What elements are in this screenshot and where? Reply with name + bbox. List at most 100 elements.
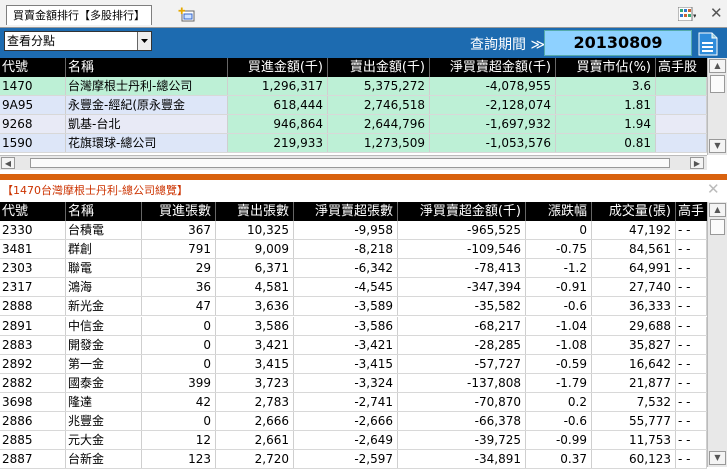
table-row[interactable]: 2892 第一金 0 3,415 -3,415 -57,727 -0.59 16,642- - [0, 354, 707, 374]
scroll-thumb[interactable] [30, 158, 670, 168]
table-cell: -1,053,576 [430, 134, 556, 152]
detail-title: 【1470台灣摩根士丹利-總公司總覽】 [0, 180, 727, 202]
table-cell: 10,325 [216, 221, 294, 240]
table-row[interactable]: 1470 台灣摩根士丹利-總公司 1,296,317 5,375,272 -4,078,… [0, 77, 707, 96]
column-header[interactable]: 淨買賣超張數 [294, 202, 398, 221]
scroll-up-icon[interactable]: ▲ [709, 203, 726, 217]
table-cell: 64,991 [592, 259, 676, 278]
table-row[interactable]: 1590 花旗環球-總公司 219,933 1,273,509 -1,053,576 0.… [0, 134, 707, 153]
scroll-thumb[interactable] [710, 219, 725, 235]
table-row[interactable]: 2888 新光金 47 3,636 -3,589 -35,582 -0.6 36,333- - [0, 297, 707, 317]
table-cell: 2303 [0, 259, 66, 278]
table-cell: 2886 [0, 412, 66, 431]
view-select[interactable]: 查看分點 [4, 31, 152, 51]
table-cell: -2,666 [294, 412, 398, 431]
table-row[interactable]: 2885 元大金 12 2,661 -2,649 -39,725 -0.99 11,753- … [0, 431, 707, 451]
table-cell: - - [676, 240, 707, 259]
table-cell: 元大金 [66, 431, 142, 450]
table-cell: -57,727 [398, 354, 526, 373]
svg-text:✚: ✚ [178, 7, 186, 17]
scroll-right-icon[interactable]: ▶ [690, 157, 704, 169]
column-header[interactable]: 高手 [676, 202, 707, 221]
column-header[interactable]: 賣出張數 [216, 202, 294, 221]
table-cell: - - [676, 412, 707, 431]
table-row[interactable]: 2886 兆豐金 0 2,666 -2,666 -66,378 -0.6 55,777- - [0, 412, 707, 432]
add-tab-icon[interactable]: ✚ [178, 6, 196, 22]
table-row[interactable]: 2317 鴻海 36 4,581 -4,545 -347,394 -0.91 27,740- … [0, 278, 707, 298]
table-cell [656, 134, 707, 152]
table-cell: - - [676, 354, 707, 373]
table-row[interactable]: 2303 聯電 29 6,371 -6,342 -78,413 -1.2 64,991- - [0, 259, 707, 279]
table-row[interactable]: 2887 台新金 123 2,720 -2,597 -34,891 0.37 60,123- … [0, 450, 707, 469]
table-cell: 367 [142, 221, 216, 240]
close-window-icon[interactable]: ✕ [710, 5, 724, 21]
document-icon[interactable] [697, 32, 719, 56]
table-cell: -1.08 [526, 335, 592, 354]
column-header[interactable]: 賣出金額(千) [328, 58, 430, 77]
table-row[interactable]: 2891 中信金 0 3,586 -3,586 -68,217 -1.04 29,688- - [0, 316, 707, 336]
table-cell: 0.81 [556, 134, 656, 152]
table-cell: 第一金 [66, 354, 142, 373]
table-row[interactable]: 9268 凱基-台北 946,864 2,644,796 -1,697,932 1.94 [0, 115, 707, 134]
scroll-down-icon[interactable]: ▼ [709, 451, 726, 465]
column-header[interactable]: 買進張數 [142, 202, 216, 221]
column-header[interactable]: 淨買賣超金額(千) [398, 202, 526, 221]
column-header[interactable]: 代號 [0, 58, 66, 77]
table-cell: 2,661 [216, 431, 294, 450]
table-cell: -1.04 [526, 316, 592, 335]
table-cell: 84,561 [592, 240, 676, 259]
broker-horizontal-scrollbar[interactable]: ◀ ▶ [0, 155, 707, 170]
table-row[interactable]: 3481 群創 791 9,009 -8,218 -109,546 -0.75 84,561-… [0, 240, 707, 260]
table-cell: -39,725 [398, 431, 526, 450]
table-cell: 2892 [0, 354, 66, 373]
table-cell: 0 [142, 335, 216, 354]
column-header[interactable]: 成交量(張) [592, 202, 676, 221]
close-detail-icon[interactable]: ✕ [707, 180, 725, 198]
column-header[interactable]: 高手股 [656, 58, 707, 77]
table-cell: 2,746,518 [328, 96, 430, 114]
broker-vertical-scrollbar[interactable]: ▲ ▼ [707, 58, 727, 155]
table-cell: -1.2 [526, 259, 592, 278]
scroll-down-icon[interactable]: ▼ [709, 139, 726, 153]
column-header[interactable]: 淨買賣超金額(千) [430, 58, 556, 77]
table-cell: -68,217 [398, 316, 526, 335]
scroll-thumb[interactable] [710, 75, 725, 93]
column-header[interactable]: 買賣市佔(%) [556, 58, 656, 77]
table-cell: 2882 [0, 373, 66, 392]
table-cell: 219,933 [228, 134, 328, 152]
tab-ranking[interactable]: 買賣金額排行【多股排行】 [6, 5, 152, 25]
table-cell: 9A95 [0, 96, 66, 114]
table-cell: 0.37 [526, 450, 592, 469]
table-row[interactable]: 2883 開發金 0 3,421 -3,421 -28,285 -1.08 35,827- - [0, 335, 707, 355]
column-header[interactable]: 代號 [0, 202, 66, 221]
table-cell: 36 [142, 278, 216, 297]
chevron-down-icon[interactable] [137, 32, 151, 50]
table-cell: - - [676, 392, 707, 411]
layout-grid-icon[interactable]: ▾ [678, 7, 696, 21]
table-cell: -35,582 [398, 297, 526, 316]
table-cell: 1,296,317 [228, 77, 328, 95]
table-cell: -0.59 [526, 354, 592, 373]
table-cell: 聯電 [66, 259, 142, 278]
table-cell: 3,586 [216, 316, 294, 335]
table-cell: 0.2 [526, 392, 592, 411]
table-cell: 60,123 [592, 450, 676, 469]
detail-vertical-scrollbar[interactable]: ▲ ▼ [707, 202, 727, 467]
column-header[interactable]: 漲跌幅 [526, 202, 592, 221]
table-cell: -0.6 [526, 412, 592, 431]
query-date[interactable]: 20130809 [544, 30, 692, 56]
scroll-left-icon[interactable]: ◀ [1, 157, 15, 169]
table-row[interactable]: 2330 台積電 367 10,325 -9,958 -965,525 0 47,192- - [0, 221, 707, 241]
column-header[interactable]: 名稱 [66, 58, 228, 77]
table-cell: 3,636 [216, 297, 294, 316]
scroll-up-icon[interactable]: ▲ [709, 59, 726, 73]
column-header[interactable]: 名稱 [66, 202, 142, 221]
table-row[interactable]: 9A95 永豐金-經紀(原永豐金 618,444 2,746,518 -2,128,07… [0, 96, 707, 115]
detail-table-header: 代號 名稱 買進張數 賣出張數 淨買賣超張數 淨買賣超金額(千) 漲跌幅 成交量… [0, 202, 707, 221]
table-cell: 花旗環球-總公司 [66, 134, 228, 152]
table-row[interactable]: 2882 國泰金 399 3,723 -3,324 -137,808 -1.79 21,877… [0, 373, 707, 393]
view-select-value: 查看分點 [7, 34, 56, 48]
column-header[interactable]: 買進金額(千) [228, 58, 328, 77]
table-cell: 2,783 [216, 392, 294, 411]
table-row[interactable]: 3698 隆達 42 2,783 -2,741 -70,870 0.2 7,532- - [0, 392, 707, 412]
